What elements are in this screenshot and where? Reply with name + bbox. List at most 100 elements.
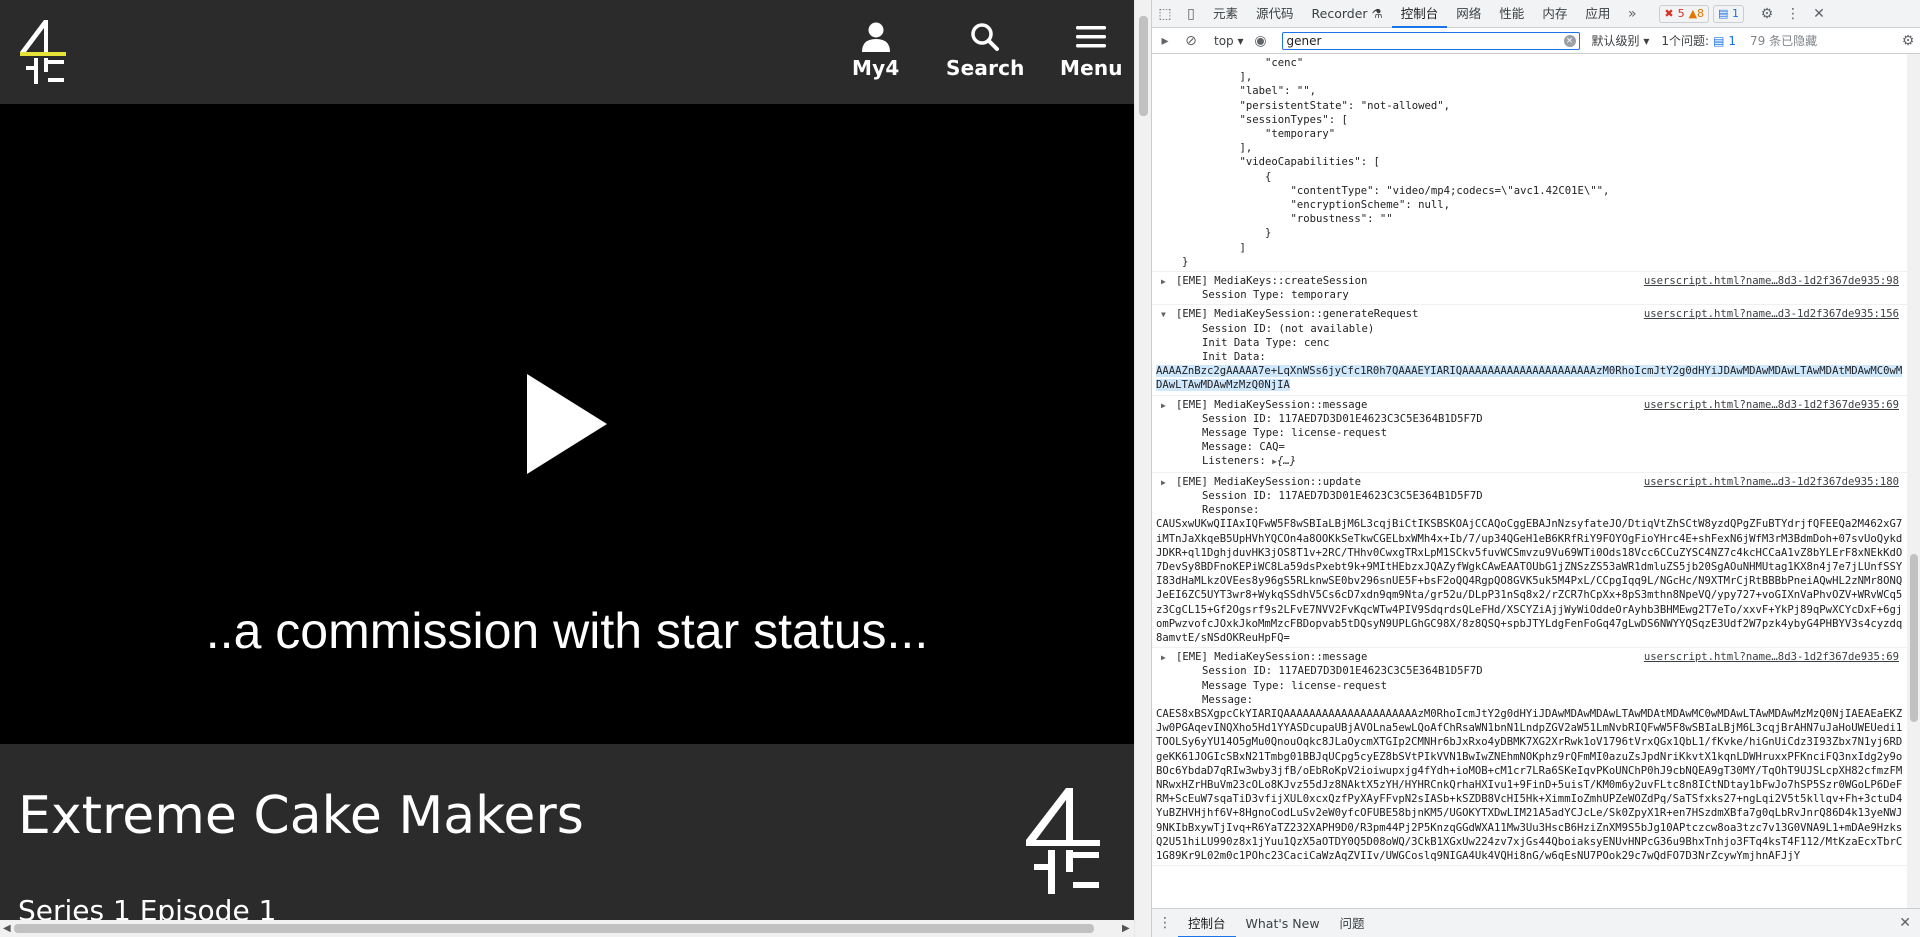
tab-performance[interactable]: 性能 — [1490, 0, 1533, 28]
log-line: Response: — [1202, 504, 1260, 517]
log-line: Session ID: 117AED7D3D01E4623C3C5E364B1D… — [1202, 412, 1483, 425]
video-subtitle: ..a commission with star status... — [205, 603, 929, 659]
config-line: "temporary" — [1214, 128, 1336, 141]
init-data-selected[interactable]: AAAAZnBzc2gAAAAA7e+LqXnWSs6jyCfc1R0h7QAA… — [1156, 365, 1903, 392]
context-select[interactable]: top ▾ — [1210, 34, 1248, 48]
log-config-object: "cenc" ], "label": "", "persistentState"… — [1152, 54, 1907, 273]
scroll-left-icon[interactable]: ◀ — [3, 923, 11, 934]
tab-elements[interactable]: 元素 — [1204, 0, 1247, 28]
channel4-logo[interactable] — [18, 18, 66, 88]
filter-input[interactable] — [1281, 31, 1580, 50]
context-value: top — [1214, 33, 1234, 48]
error-icon: ✖ — [1664, 7, 1674, 20]
console-log: "cenc" ], "label": "", "persistentState"… — [1152, 54, 1907, 908]
sidebar-toggle-icon[interactable]: ▸ — [1152, 28, 1178, 54]
drawer-tab-console[interactable]: 控制台 — [1178, 909, 1236, 937]
menu-label: Menu — [1060, 56, 1123, 80]
expand-triangle-icon[interactable]: ▶ — [1161, 651, 1166, 665]
devtools-panel: ⬚ ▯ 元素 源代码 Recorder ⚗ 控制台 网络 性能 内存 应用 » … — [1151, 0, 1920, 937]
eye-icon[interactable]: ◉ — [1248, 28, 1274, 54]
log-line: Session ID: 117AED7D3D01E4623C3C5E364B1D… — [1202, 665, 1483, 678]
source-link[interactable]: userscript.html?name…8d3-1d2f367de935:69 — [1644, 650, 1899, 664]
log-line: Message: CAQ= — [1202, 441, 1285, 454]
inspect-element-icon[interactable]: ⬚ — [1152, 1, 1178, 27]
console-toolbar: ▸ ⊘ top ▾ ◉ × 默认级别 ▾ 1个问题:▤1 79 条已隐藏 ⚙ — [1152, 28, 1920, 54]
config-line: ], — [1214, 142, 1253, 155]
error-warning-badge[interactable]: ✖ 5 ▲ 8 — [1659, 4, 1710, 23]
config-line: "encryptionScheme": null, — [1214, 199, 1450, 212]
response-blob: CAUSxwUKwQIIAxIQFwW5F8wSBIaLBjM6L3cqjBiC… — [1156, 518, 1903, 644]
log-line: Session ID: 117AED7D3D01E4623C3C5E364B1D… — [1202, 489, 1483, 502]
source-link[interactable]: userscript.html?name…d3-1d2f367de935:156 — [1644, 307, 1899, 321]
log-message-1[interactable]: ▶ [EME] MediaKeySession::message userscr… — [1152, 396, 1907, 473]
log-message-2[interactable]: ▶ [EME] MediaKeySession::message userscr… — [1152, 648, 1907, 867]
flask-icon: ⚗ — [1371, 5, 1383, 21]
collapse-triangle-icon[interactable]: ▼ — [1161, 308, 1166, 322]
clear-console-icon[interactable]: ⊘ — [1178, 28, 1204, 54]
more-tabs-icon[interactable]: » — [1619, 1, 1645, 27]
my4-button[interactable]: My4 — [852, 22, 899, 80]
play-icon[interactable] — [525, 372, 609, 476]
hamburger-menu-icon — [1076, 26, 1107, 48]
info-count: 1 — [1731, 7, 1739, 20]
console-settings-icon[interactable]: ⚙ — [1895, 28, 1920, 54]
tab-recorder[interactable]: Recorder ⚗ — [1303, 0, 1392, 28]
expand-triangle-icon[interactable]: ▶ — [1161, 275, 1166, 289]
gear-icon[interactable]: ⚙ — [1754, 1, 1780, 27]
page-vertical-scrollbar[interactable] — [1134, 0, 1151, 937]
horizontal-scrollbar[interactable]: ◀ ▶ — [0, 920, 1134, 937]
log-line: Session Type: temporary — [1202, 289, 1349, 302]
config-line: } — [1182, 255, 1189, 268]
init-data-block[interactable]: AAAAZnBzc2gAAAAA7e+LqXnWSs6jyCfc1R0h7QAA… — [1156, 364, 1903, 392]
source-link[interactable]: userscript.html?name…8d3-1d2f367de935:69 — [1644, 398, 1899, 412]
log-update[interactable]: ▶ [EME] MediaKeySession::update userscri… — [1152, 473, 1907, 649]
tab-console[interactable]: 控制台 — [1391, 0, 1448, 28]
drawer-tab-whats-new[interactable]: What's New — [1236, 909, 1330, 937]
scrollbar-thumb[interactable] — [14, 924, 1094, 933]
listeners-value[interactable]: {…} — [1277, 455, 1296, 467]
expand-triangle-icon[interactable]: ▶ — [1161, 399, 1166, 413]
issues-button[interactable]: 1个问题: ▤ 1 — [1661, 32, 1736, 49]
tab-sources[interactable]: 源代码 — [1247, 0, 1303, 28]
scroll-right-icon[interactable]: ▶ — [1122, 923, 1130, 934]
menu-button[interactable]: Menu — [1060, 22, 1123, 80]
show-title: Extreme Cake Makers — [18, 786, 584, 846]
drawer-tab-issues[interactable]: 问题 — [1330, 909, 1375, 937]
log-create-session[interactable]: ▶ [EME] MediaKeys::createSession userscr… — [1152, 272, 1907, 306]
video-player[interactable]: ..a commission with star status... — [0, 104, 1134, 744]
scrollbar-thumb[interactable] — [1910, 554, 1918, 722]
message-blob: CAES8xBSXgpcCkYIARIQAAAAAAAAAAAAAAAAAAAA… — [1156, 707, 1903, 862]
listeners-line[interactable]: Listeners: ▶{…} — [1176, 454, 1903, 469]
source-link[interactable]: userscript.html?name…d3-1d2f367de935:180 — [1644, 475, 1899, 489]
config-line: "cenc" — [1214, 57, 1304, 69]
clear-filter-icon[interactable]: × — [1563, 34, 1576, 47]
log-generate-request[interactable]: ▼ [EME] MediaKeySession::generateRequest… — [1152, 305, 1907, 396]
close-drawer-icon[interactable]: ✕ — [1899, 915, 1911, 931]
site-header: My4 Search Menu — [0, 0, 1134, 104]
issues-count: 1 — [1728, 33, 1737, 48]
log-line: Init Data Type: cenc — [1202, 336, 1330, 349]
tab-network[interactable]: 网络 — [1447, 0, 1490, 28]
scrollbar-thumb[interactable] — [1139, 16, 1148, 116]
search-button[interactable]: Search — [946, 22, 1025, 80]
info-badge[interactable]: ▤ 1 — [1713, 4, 1744, 23]
log-line: Message Type: license-request — [1202, 427, 1387, 440]
expand-triangle-icon[interactable]: ▶ — [1161, 476, 1166, 490]
source-link[interactable]: userscript.html?name…8d3-1d2f367de935:98 — [1644, 274, 1899, 288]
tab-memory[interactable]: 内存 — [1533, 0, 1576, 28]
kebab-menu-icon[interactable]: ⋮ — [1780, 1, 1806, 27]
drawer-menu-icon[interactable]: ⋮ — [1152, 910, 1178, 936]
config-line: ] — [1214, 241, 1246, 254]
tab-application[interactable]: 应用 — [1576, 0, 1619, 28]
close-icon[interactable]: ✕ — [1806, 1, 1832, 27]
devtools-tabbar: ⬚ ▯ 元素 源代码 Recorder ⚗ 控制台 网络 性能 内存 应用 » … — [1152, 0, 1920, 28]
webpage: My4 Search Menu ..a commission with star… — [0, 0, 1134, 937]
config-line: "persistentState": "not-allowed", — [1214, 99, 1451, 112]
listeners-label: Listeners: — [1202, 455, 1266, 468]
console-scrollbar[interactable] — [1907, 54, 1920, 908]
issues-icon: ▤ — [1713, 33, 1725, 48]
log-level-select[interactable]: 默认级别 ▾ — [1592, 32, 1650, 49]
message-icon: ▤ — [1718, 7, 1729, 20]
log-line: Init Data: — [1202, 351, 1266, 364]
device-toolbar-icon[interactable]: ▯ — [1178, 1, 1204, 27]
